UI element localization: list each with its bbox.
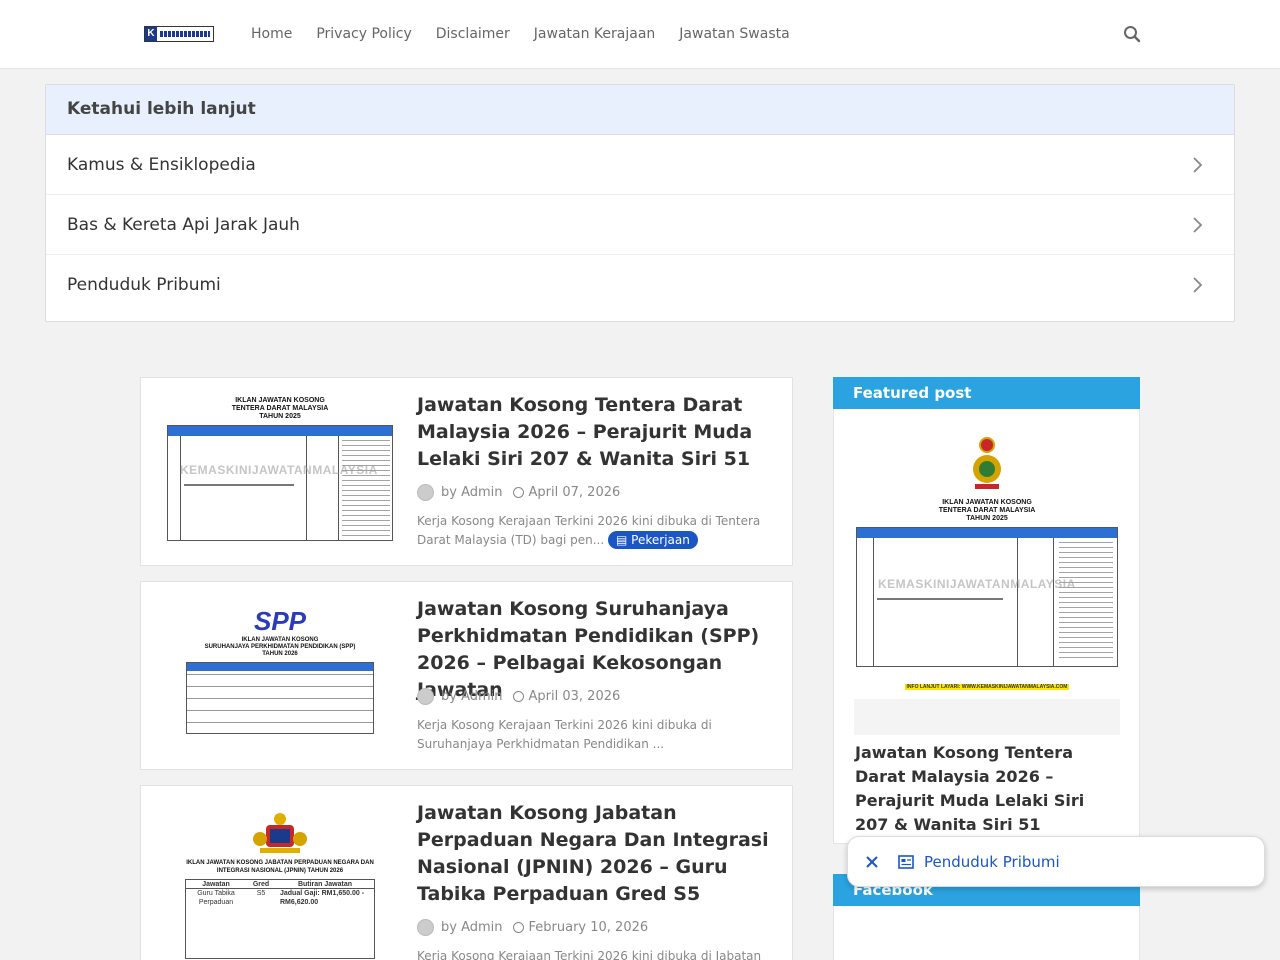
thumb-heading: IKLAN JAWATAN KOSONG JABATAN PERPADUAN N… bbox=[186, 860, 374, 866]
post-date: April 07, 2026 bbox=[528, 485, 621, 500]
thumb-heading: TENTERA DARAT MALAYSIA bbox=[231, 405, 329, 412]
post-date: April 03, 2026 bbox=[528, 689, 621, 704]
post-title[interactable]: Jawatan Kosong Tentera Darat Malaysia 20… bbox=[417, 392, 783, 473]
thumb-table bbox=[167, 425, 393, 541]
author-avatar bbox=[417, 484, 434, 501]
knowledge-item-penduduk[interactable]: Penduduk Pribumi bbox=[46, 255, 1234, 315]
main-nav: Home Privacy Policy Disclaimer Jawatan K… bbox=[251, 24, 790, 44]
chevron-right-icon bbox=[1193, 216, 1203, 233]
post-snippet: Kerja Kosong Kerajaan Terkini 2026 kini … bbox=[417, 514, 761, 549]
thumb-heading: IKLAN JAWATAN KOSONG bbox=[241, 637, 319, 643]
clock-icon bbox=[512, 691, 524, 702]
clock-icon bbox=[512, 487, 524, 498]
author-avatar bbox=[417, 919, 434, 936]
thumb-heading: INTEGRASI NASIONAL (JPNIN) TAHUN 2026 bbox=[216, 868, 344, 874]
post-author[interactable]: by Admin bbox=[441, 689, 503, 704]
post-author[interactable]: by Admin bbox=[441, 485, 503, 500]
knowledge-panel: Ketahui lebih lanjut Kamus & Ensiklopedi… bbox=[45, 84, 1235, 322]
post-thumbnail[interactable]: IKLAN JAWATAN KOSONG TENTERA DARAT MALAY… bbox=[160, 393, 400, 548]
thumb-heading: IKLAN JAWATAN KOSONG bbox=[235, 397, 325, 404]
featured-post-box: IKLAN JAWATAN KOSONG TENTERA DARAT MALAY… bbox=[833, 409, 1140, 844]
post-meta: by Admin April 07, 2026 bbox=[417, 484, 620, 501]
post-meta: by Admin April 03, 2026 bbox=[417, 688, 620, 705]
post-date: February 10, 2026 bbox=[528, 920, 649, 935]
nav-jawatan-kerajaan[interactable]: Jawatan Kerajaan bbox=[534, 24, 655, 44]
thumb-heading: TAHUN 2026 bbox=[262, 651, 298, 657]
chevron-right-icon bbox=[1193, 156, 1203, 173]
top-bar: K Home Privacy Policy Disclaimer Jawatan… bbox=[0, 0, 1280, 69]
post-meta: by Admin February 10, 2026 bbox=[417, 919, 648, 936]
featured-post-image[interactable]: IKLAN JAWATAN KOSONG TENTERA DARAT MALAY… bbox=[854, 429, 1120, 735]
featured-post-heading: Featured post bbox=[833, 377, 1140, 409]
site-logo[interactable]: K bbox=[144, 26, 214, 42]
spp-logo: SPP bbox=[253, 606, 307, 636]
post-title[interactable]: Jawatan Kosong Jabatan Perpaduan Negara … bbox=[417, 800, 783, 908]
nav-privacy-policy[interactable]: Privacy Policy bbox=[316, 24, 411, 44]
close-icon[interactable] bbox=[864, 854, 880, 870]
author-avatar bbox=[417, 688, 434, 705]
knowledge-item-label: Bas & Kereta Api Jarak Jauh bbox=[67, 214, 300, 235]
tag-pill[interactable]: ▤ Pekerjaan bbox=[608, 531, 698, 549]
thumb-table: Jawatan Gred Butiran Jawatan Guru Tabika… bbox=[185, 879, 375, 959]
nav-home[interactable]: Home bbox=[251, 24, 292, 44]
post-card: IKLAN JAWATAN KOSONG JABATAN PERPADUAN N… bbox=[140, 785, 793, 960]
thumb-heading: IKLAN JAWATAN KOSONG bbox=[942, 499, 1032, 506]
knowledge-panel-title: Ketahui lebih lanjut bbox=[46, 85, 1234, 135]
malaysia-crest-icon bbox=[253, 813, 307, 853]
post-thumbnail[interactable]: SPP IKLAN JAWATAN KOSONG SURUHANJAYA PER… bbox=[160, 597, 400, 752]
post-snippet: Kerja Kosong Kerajaan Terkini 2026 kini … bbox=[417, 949, 762, 960]
army-crest-icon bbox=[973, 437, 1001, 489]
tag-label: Pekerjaan bbox=[631, 533, 690, 547]
post-thumbnail[interactable]: IKLAN JAWATAN KOSONG JABATAN PERPADUAN N… bbox=[160, 801, 400, 960]
post-author[interactable]: by Admin bbox=[441, 920, 503, 935]
thumb-watermark: KEMASKINIJAWATANMALAYSIA bbox=[180, 463, 378, 477]
post-snippet: Kerja Kosong Kerajaan Terkini 2026 kini … bbox=[417, 718, 712, 751]
clock-icon bbox=[512, 922, 524, 933]
post-card: IKLAN JAWATAN KOSONG TENTERA DARAT MALAY… bbox=[140, 377, 793, 566]
search-icon[interactable] bbox=[1123, 25, 1141, 43]
thumb-footer: INFO LANJUT LAYARI: WWW.KEMASKINIJAWATAN… bbox=[904, 684, 1070, 690]
thumb-table bbox=[856, 527, 1118, 667]
logo-k-icon: K bbox=[145, 27, 157, 41]
related-topic-chip[interactable]: Penduduk Pribumi bbox=[847, 836, 1265, 887]
thumb-heading: TAHUN 2025 bbox=[259, 413, 301, 420]
thumb-heading: SURUHANJAYA PERKHIDMATAN PENDIDIKAN (SPP… bbox=[204, 644, 356, 650]
knowledge-item-kamus[interactable]: Kamus & Ensiklopedia bbox=[46, 135, 1234, 195]
nav-jawatan-swasta[interactable]: Jawatan Swasta bbox=[679, 24, 789, 44]
chip-label: Penduduk Pribumi bbox=[924, 852, 1060, 871]
featured-post-title[interactable]: Jawatan Kosong Tentera Darat Malaysia 20… bbox=[855, 741, 1121, 837]
thumb-heading: TAHUN 2025 bbox=[966, 515, 1008, 522]
facebook-box bbox=[833, 906, 1140, 960]
nav-disclaimer[interactable]: Disclaimer bbox=[436, 24, 510, 44]
post-card: SPP IKLAN JAWATAN KOSONG SURUHANJAYA PER… bbox=[140, 581, 793, 770]
knowledge-item-bas[interactable]: Bas & Kereta Api Jarak Jauh bbox=[46, 195, 1234, 255]
news-icon bbox=[898, 854, 914, 869]
knowledge-item-label: Kamus & Ensiklopedia bbox=[67, 154, 256, 175]
thumb-table bbox=[186, 662, 374, 734]
thumb-heading: TENTERA DARAT MALAYSIA bbox=[938, 507, 1036, 514]
chevron-right-icon bbox=[1193, 277, 1203, 293]
thumb-watermark: KEMASKINIJAWATANMALAYSIA bbox=[878, 577, 1076, 591]
knowledge-item-label: Penduduk Pribumi bbox=[67, 275, 221, 295]
